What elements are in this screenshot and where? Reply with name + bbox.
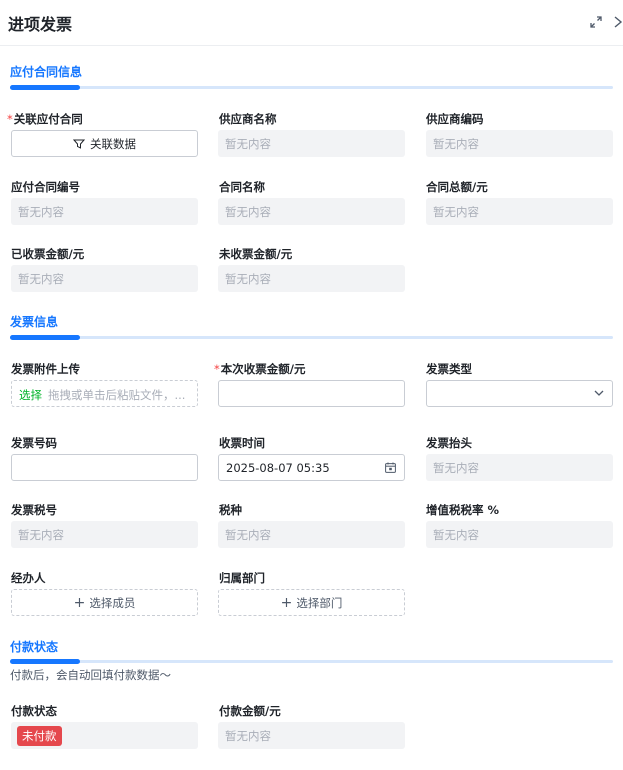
supplier-code-field: 暂无内容	[426, 130, 613, 157]
section-divider-invoice	[10, 335, 613, 340]
receive-time-value: 2025-08-07 05:35	[226, 461, 330, 475]
section-title-payment: 付款状态	[10, 640, 59, 654]
current-amount-input[interactable]	[218, 380, 405, 407]
invoice-type-select[interactable]	[426, 380, 613, 407]
select-department-button[interactable]: + 选择部门	[218, 589, 405, 616]
section-title-invoice: 发票信息	[10, 315, 59, 329]
tax-no-field: 暂无内容	[11, 521, 198, 548]
required-mark: *	[214, 362, 220, 376]
contract-no-label: 应付合同编号	[11, 180, 80, 194]
received-amount-field: 暂无内容	[11, 265, 198, 292]
contract-name-field: 暂无内容	[218, 198, 405, 225]
link-data-button-label: 关联数据	[90, 136, 136, 151]
payment-amount-label: 付款金额/元	[219, 704, 281, 718]
received-amount-label: 已收票金额/元	[11, 247, 85, 261]
section-divider-payment	[10, 659, 613, 664]
vat-rate-label: 增值税税率 %	[426, 503, 500, 517]
linked-contract-label: *关联应付合同	[7, 112, 83, 126]
attachment-label: 发票附件上传	[11, 362, 80, 376]
select-member-label: 选择成员	[89, 595, 136, 610]
supplier-code-label: 供应商编码	[426, 112, 484, 126]
payment-status-label: 付款状态	[11, 704, 57, 718]
contract-name-label: 合同名称	[219, 180, 265, 194]
contract-no-field: 暂无内容	[11, 198, 198, 225]
payment-amount-field: 暂无内容	[218, 722, 405, 749]
invoice-title-field: 暂无内容	[426, 454, 613, 481]
invoice-number-label: 发票号码	[11, 436, 57, 450]
status-badge: 未付款	[17, 726, 62, 746]
chevron-down-icon	[594, 390, 604, 396]
expand-icon[interactable]	[589, 15, 603, 29]
select-member-button[interactable]: + 选择成员	[11, 589, 198, 616]
receive-time-label: 收票时间	[219, 436, 265, 450]
plus-icon: +	[73, 594, 86, 611]
invoice-number-input[interactable]	[11, 454, 198, 481]
tax-no-label: 发票税号	[11, 503, 57, 517]
vat-rate-field: 暂无内容	[426, 521, 613, 548]
link-data-icon	[73, 139, 85, 149]
contract-total-field: 暂无内容	[426, 198, 613, 225]
receive-time-picker[interactable]: 2025-08-07 05:35	[218, 454, 405, 481]
attachment-hint: 拖拽或单击后粘贴文件，...	[48, 388, 186, 402]
close-icon[interactable]	[612, 14, 623, 30]
calendar-icon	[385, 462, 396, 473]
unreceived-amount-label: 未收票金额/元	[219, 247, 293, 261]
tax-type-label: 税种	[219, 503, 242, 517]
select-department-label: 选择部门	[296, 595, 343, 610]
invoice-type-label: 发票类型	[426, 362, 472, 376]
invoice-title-label: 发票抬头	[426, 436, 472, 450]
link-data-button[interactable]: 关联数据	[11, 130, 198, 157]
supplier-name-label: 供应商名称	[219, 112, 277, 126]
section-divider-contract	[10, 85, 613, 90]
unreceived-amount-field: 暂无内容	[218, 265, 405, 292]
contract-total-label: 合同总额/元	[426, 180, 488, 194]
handler-label: 经办人	[11, 571, 46, 585]
attachment-upload[interactable]: 选择 拖拽或单击后粘贴文件，...	[11, 380, 198, 407]
attachment-select-link[interactable]: 选择	[19, 388, 42, 402]
tax-type-field: 暂无内容	[218, 521, 405, 548]
supplier-name-field: 暂无内容	[218, 130, 405, 157]
required-mark: *	[7, 112, 13, 126]
plus-icon: +	[280, 594, 293, 611]
current-amount-label: *本次收票金额/元	[214, 362, 306, 376]
drawer-header: 进项发票	[0, 0, 623, 46]
department-label: 归属部门	[219, 571, 265, 585]
page-title: 进项发票	[8, 15, 73, 34]
payment-status-field: 未付款	[11, 722, 198, 749]
section-title-contract: 应付合同信息	[10, 65, 83, 79]
payment-note: 付款后，会自动回填付款数据～	[10, 668, 171, 682]
